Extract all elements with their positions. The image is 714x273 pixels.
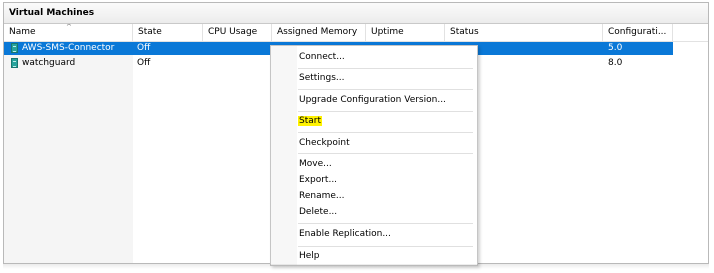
- column-header-status[interactable]: Status: [445, 24, 603, 41]
- column-header-name-label: Name: [9, 27, 36, 37]
- column-header-cpu-usage-label: CPU Usage: [208, 27, 258, 37]
- column-header-row: Name ^ State CPU Usage Assigned Memory U…: [4, 24, 708, 42]
- menu-item-connect[interactable]: Connect...: [298, 50, 346, 65]
- menu-separator: [298, 89, 473, 90]
- column-header-state-label: State: [138, 27, 162, 37]
- vm-config-version: 8.0: [608, 58, 623, 68]
- column-header-status-label: Status: [450, 27, 479, 37]
- column-header-uptime[interactable]: Uptime: [366, 24, 445, 41]
- menu-item-help[interactable]: Help: [298, 249, 321, 264]
- menu-item-enable-replication[interactable]: Enable Replication...: [298, 227, 392, 242]
- vm-state: Off: [137, 43, 151, 53]
- context-menu: Connect... Settings... Upgrade Configura…: [270, 45, 478, 266]
- menu-item-delete[interactable]: Delete...: [298, 205, 338, 220]
- column-header-configuration[interactable]: Configurati...: [603, 24, 673, 41]
- column-header-assigned-memory-label: Assigned Memory: [277, 27, 358, 37]
- menu-item-start[interactable]: Start: [298, 114, 322, 129]
- vm-state: Off: [137, 58, 151, 68]
- menu-separator: [298, 68, 473, 69]
- vm-config-version: 5.0: [608, 43, 623, 53]
- menu-separator: [298, 111, 473, 112]
- column-header-configuration-label: Configurati...: [608, 27, 667, 37]
- context-menu-gutter: [271, 46, 297, 265]
- column-header-uptime-label: Uptime: [371, 27, 404, 37]
- menu-item-upgrade-configuration-version[interactable]: Upgrade Configuration Version...: [298, 93, 447, 108]
- sort-up-icon: ^: [66, 24, 72, 31]
- column-header-state[interactable]: State: [133, 24, 203, 41]
- panel-header: Virtual Machines: [4, 3, 708, 24]
- menu-separator: [298, 223, 473, 224]
- menu-item-settings[interactable]: Settings...: [298, 71, 346, 86]
- column-header-cpu-usage[interactable]: CPU Usage: [203, 24, 272, 41]
- vm-name: AWS-SMS-Connector: [22, 43, 115, 53]
- vm-icon: [11, 43, 18, 53]
- vm-name: watchguard: [22, 58, 76, 68]
- column-header-assigned-memory[interactable]: Assigned Memory: [272, 24, 366, 41]
- menu-item-checkpoint[interactable]: Checkpoint: [298, 136, 351, 151]
- frame-shadow: [3, 264, 709, 269]
- panel-title: Virtual Machines: [9, 8, 95, 18]
- menu-item-move[interactable]: Move...: [298, 157, 333, 172]
- menu-separator: [298, 246, 473, 247]
- menu-separator: [298, 153, 473, 154]
- menu-item-rename[interactable]: Rename...: [298, 189, 346, 204]
- name-column-background: [4, 42, 133, 263]
- menu-item-export[interactable]: Export...: [298, 173, 338, 188]
- column-header-name[interactable]: Name ^: [4, 24, 133, 41]
- vm-icon: [11, 58, 18, 68]
- menu-separator: [298, 132, 473, 133]
